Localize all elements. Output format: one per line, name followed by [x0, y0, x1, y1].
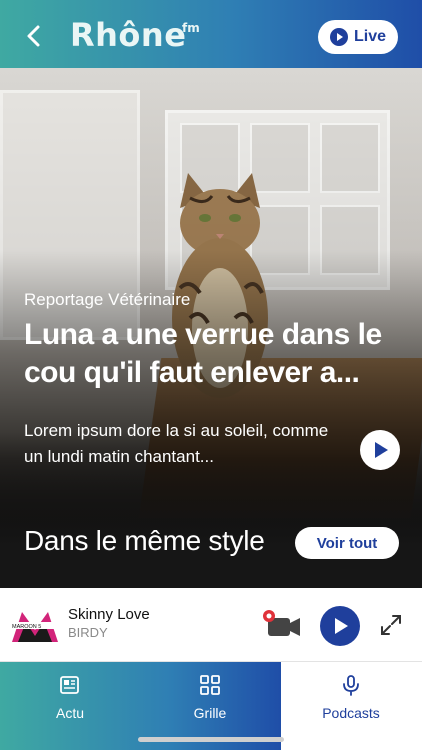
logo-text: Rhône: [70, 16, 187, 54]
hero-article[interactable]: Reportage Vétérinaire Luna a une verrue …: [0, 68, 422, 588]
home-indicator[interactable]: [138, 737, 284, 742]
album-cover: MAROON 5: [10, 600, 60, 650]
live-button[interactable]: Live: [318, 20, 398, 54]
play-circle-icon: [329, 28, 348, 46]
article-category: Reportage Vétérinaire: [24, 290, 191, 309]
nav-label-actu: Actu: [55, 705, 84, 721]
app-header: Rhône fm Live: [0, 0, 422, 68]
mini-player[interactable]: MAROON 5 Skinny Love BIRDY: [0, 588, 422, 662]
player-play-button[interactable]: [320, 606, 360, 646]
nav-item-podcasts[interactable]: Podcasts: [281, 662, 421, 750]
nav-label-grille: Grille: [193, 705, 227, 721]
expand-icon[interactable]: [380, 614, 402, 636]
microphone-icon: [343, 675, 359, 696]
grid-icon: [200, 675, 220, 695]
back-chevron-icon[interactable]: [20, 22, 48, 50]
article-description: Lorem ipsum dore la si au soleil, comme …: [24, 421, 329, 466]
track-title: Skinny Love: [68, 606, 150, 623]
nav-item-actu[interactable]: Actu: [0, 662, 140, 750]
logo-superscript: fm: [182, 21, 200, 35]
article-title[interactable]: Luna a une verrue dans le cou qu'il faut…: [24, 316, 404, 392]
nav-label-podcasts: Podcasts: [322, 705, 380, 721]
rhone-fm-logo: Rhône fm: [70, 16, 200, 54]
hero-play-button[interactable]: [360, 430, 400, 470]
video-camera-icon[interactable]: [262, 608, 302, 640]
track-artist: BIRDY: [68, 625, 108, 640]
see-all-button[interactable]: Voir tout: [295, 527, 399, 559]
album-label: MAROON 5: [12, 624, 41, 630]
section-title: Dans le même style: [24, 525, 265, 556]
newspaper-icon: [60, 676, 79, 694]
live-label: Live: [353, 28, 386, 45]
